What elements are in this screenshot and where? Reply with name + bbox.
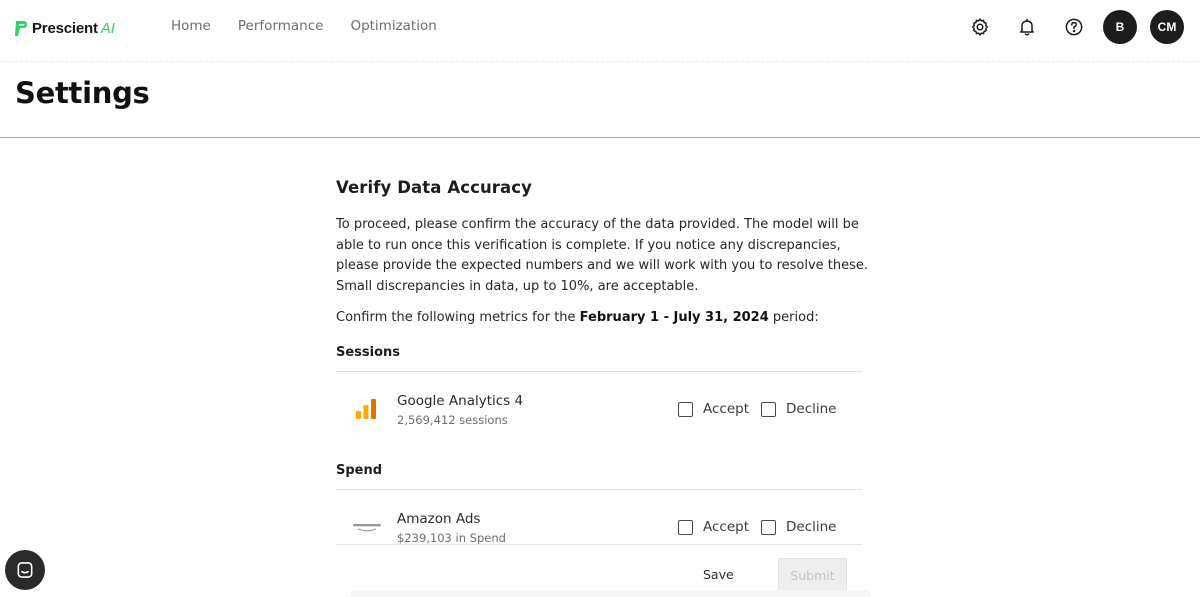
confirm-period: February 1 - July 31, 2024: [579, 310, 769, 325]
confirm-suffix: period:: [772, 310, 819, 325]
metric-source-name: Google Analytics 4: [397, 393, 524, 409]
nav-actions: B CM: [970, 10, 1200, 44]
bell-icon[interactable]: [1017, 17, 1037, 37]
confirm-period-line: Confirm the following metrics for the Fe…: [336, 310, 876, 325]
help-icon[interactable]: [1064, 17, 1084, 37]
decline-checkbox[interactable]: Decline: [761, 519, 837, 535]
accept-checkbox[interactable]: Accept: [678, 401, 749, 417]
nav-home[interactable]: Home: [171, 18, 211, 34]
accept-label: Accept: [703, 401, 750, 417]
brand-suffix: AI: [100, 19, 115, 37]
brand-logo[interactable]: Prescient AI: [14, 17, 115, 39]
section-label-spend: Spend: [336, 463, 383, 478]
nav-optimization[interactable]: Optimization: [350, 18, 436, 34]
nav-performance[interactable]: Performance: [238, 18, 324, 34]
section-divider: [336, 371, 862, 372]
main-nav: Home Performance Optimization: [171, 18, 464, 34]
metric-value: 2,569,412 sessions: [397, 413, 508, 427]
top-navigation: Prescient AI Home Performance Optimizati…: [0, 0, 1200, 56]
bottom-edge-shadow: [350, 590, 870, 597]
decline-label: Decline: [786, 519, 837, 535]
google-analytics-icon: [356, 399, 376, 419]
avatar-cm[interactable]: CM: [1150, 10, 1184, 44]
checkbox-box[interactable]: [761, 401, 776, 417]
save-button[interactable]: Save: [703, 567, 734, 582]
decline-checkbox[interactable]: Decline: [761, 401, 837, 417]
checkbox-box[interactable]: [761, 519, 776, 535]
decline-label: Decline: [786, 401, 837, 417]
verify-heading: Verify Data Accuracy: [336, 178, 533, 197]
avatar-b[interactable]: B: [1103, 10, 1137, 44]
amazon-ads-icon: [353, 524, 381, 532]
metric-source-name: Amazon Ads: [397, 511, 481, 527]
section-divider: [336, 489, 862, 490]
gear-icon[interactable]: [970, 17, 990, 37]
checkbox-box[interactable]: [678, 401, 693, 417]
metric-value: $239,103 in Spend: [397, 531, 506, 545]
chat-launcher-button[interactable]: [5, 550, 45, 590]
nav-divider: [0, 61, 1200, 62]
verify-data-panel: Verify Data Accuracy To proceed, please …: [336, 178, 868, 593]
accept-label: Accept: [703, 519, 750, 535]
section-label-sessions: Sessions: [336, 345, 401, 360]
accept-checkbox[interactable]: Accept: [678, 519, 749, 535]
scroll-divider: [336, 544, 862, 545]
page-title: Settings: [15, 76, 150, 110]
brand-name: Prescient: [32, 19, 98, 37]
checkbox-box[interactable]: [678, 519, 693, 535]
verify-intro: To proceed, please confirm the accuracy …: [336, 217, 869, 294]
title-divider: [0, 137, 1200, 138]
submit-button[interactable]: Submit: [778, 558, 847, 593]
confirm-prefix: Confirm the following metrics for the: [336, 310, 576, 325]
prescient-logo-icon: [15, 20, 27, 36]
chat-icon: [17, 562, 33, 578]
